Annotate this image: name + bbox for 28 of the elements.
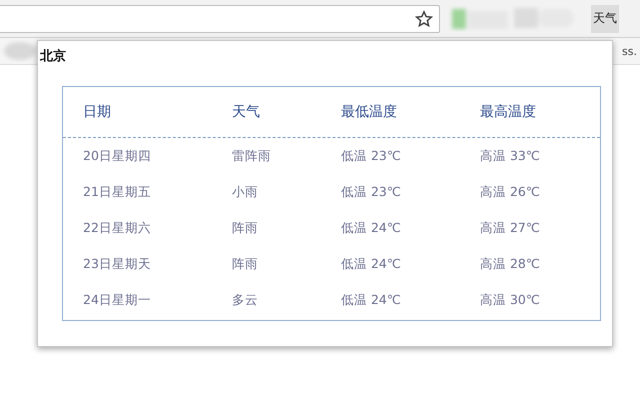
table-cell-text: 24日星期一 — [83, 292, 152, 308]
table-cell-text: 低温 24℃ — [341, 292, 402, 308]
table-cell-text: 20日星期四 — [83, 148, 152, 164]
table-cell-text: 高温 27℃ — [480, 220, 541, 236]
table-cell-text: 阵雨 — [232, 256, 259, 272]
city-title: 北京 — [40, 48, 66, 65]
star-icon[interactable] — [415, 10, 433, 28]
weather-extension-button[interactable]: 天气 — [591, 4, 619, 32]
table-cell-text: 雷阵雨 — [232, 148, 272, 164]
table-cell-text: 高温 28℃ — [480, 256, 541, 272]
table-cell-text: 23日星期天 — [83, 256, 152, 272]
column-header: 最低温度 — [341, 103, 398, 121]
table-cell-text: 21日星期五 — [83, 184, 152, 200]
column-header: 最高温度 — [480, 103, 537, 121]
table-cell-text: 高温 33℃ — [480, 148, 541, 164]
table-cell-text: 低温 23℃ — [341, 184, 402, 200]
table-cell-text: 小雨 — [232, 184, 259, 200]
table-cell-text: 阵雨 — [232, 220, 259, 236]
table-cell-text: 低温 24℃ — [341, 256, 402, 272]
column-header: 日期 — [83, 103, 112, 121]
column-header: 天气 — [232, 103, 261, 121]
table-cell-text: 多云 — [232, 292, 259, 308]
table-cell-text: 高温 26℃ — [480, 184, 541, 200]
table-cell-text: 22日星期六 — [83, 220, 152, 236]
table-cell-text: 低温 24℃ — [341, 220, 402, 236]
table-cell-text: 高温 30℃ — [480, 292, 541, 308]
table-cell-text: 低温 23℃ — [341, 148, 402, 164]
bookmark-label[interactable]: ss. — [622, 44, 637, 58]
